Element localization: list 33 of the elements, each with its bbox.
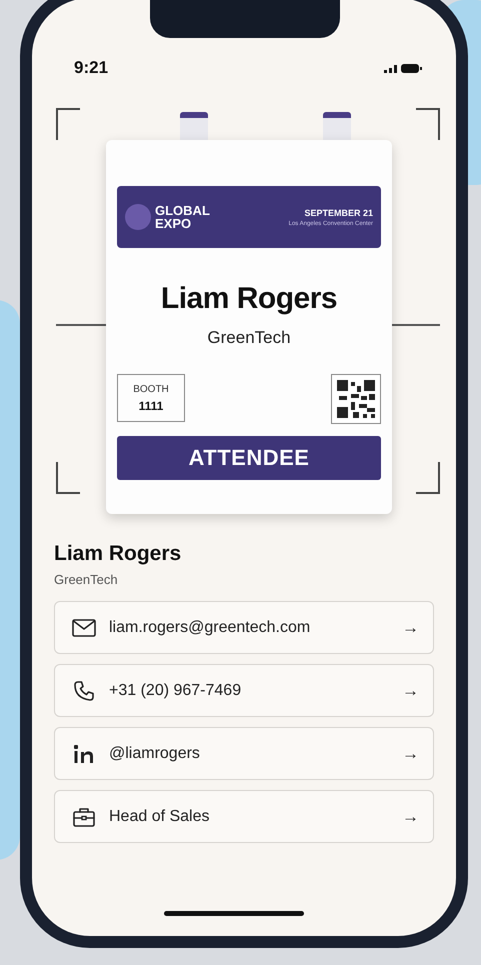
event-date: SEPTEMBER 21	[304, 208, 373, 218]
arrow-icon: →	[402, 618, 419, 638]
envelope-icon	[72, 618, 96, 636]
attendee-company: GreenTech	[207, 328, 291, 348]
arrow-icon: →	[402, 680, 419, 700]
contact-value: Head of Sales	[109, 808, 211, 826]
event-name: GLOBAL EXPO	[155, 204, 211, 230]
contact-value: @liamrogers	[109, 744, 201, 762]
contact-row[interactable]: Head of Sales →	[54, 790, 434, 843]
arrow-icon: →	[402, 806, 419, 826]
qr-code-icon	[331, 374, 381, 424]
scan-frame-corner	[56, 462, 80, 494]
scan-frame-corner	[56, 108, 80, 140]
linkedin-icon	[73, 744, 95, 764]
booth-label: BOOTH	[133, 384, 169, 394]
scan-frame-corner	[416, 108, 440, 140]
contact-row[interactable]: @liamrogers →	[54, 727, 434, 780]
attendee-name: Liam Rogers	[160, 282, 338, 316]
briefcase-icon	[73, 806, 95, 826]
booth-number: 1111	[138, 398, 164, 412]
status-icons	[384, 62, 424, 74]
profile-name: Liam Rogers	[54, 542, 182, 566]
profile-company: GreenTech	[54, 572, 119, 587]
contact-row[interactable]: +31 (20) 967-7469 →	[54, 664, 434, 717]
contact-row[interactable]: liam.rogers@greentech.com →	[54, 601, 434, 654]
arrow-icon: →	[402, 744, 419, 764]
contact-value: +31 (20) 967-7469	[109, 682, 242, 700]
role-banner: ATTENDEE	[117, 436, 381, 480]
contact-value: liam.rogers@greentech.com	[109, 618, 312, 636]
status-time: 9:21	[74, 58, 108, 78]
logo-icon	[125, 204, 151, 230]
scan-frame-corner	[416, 462, 440, 494]
phone-icon	[73, 680, 95, 702]
